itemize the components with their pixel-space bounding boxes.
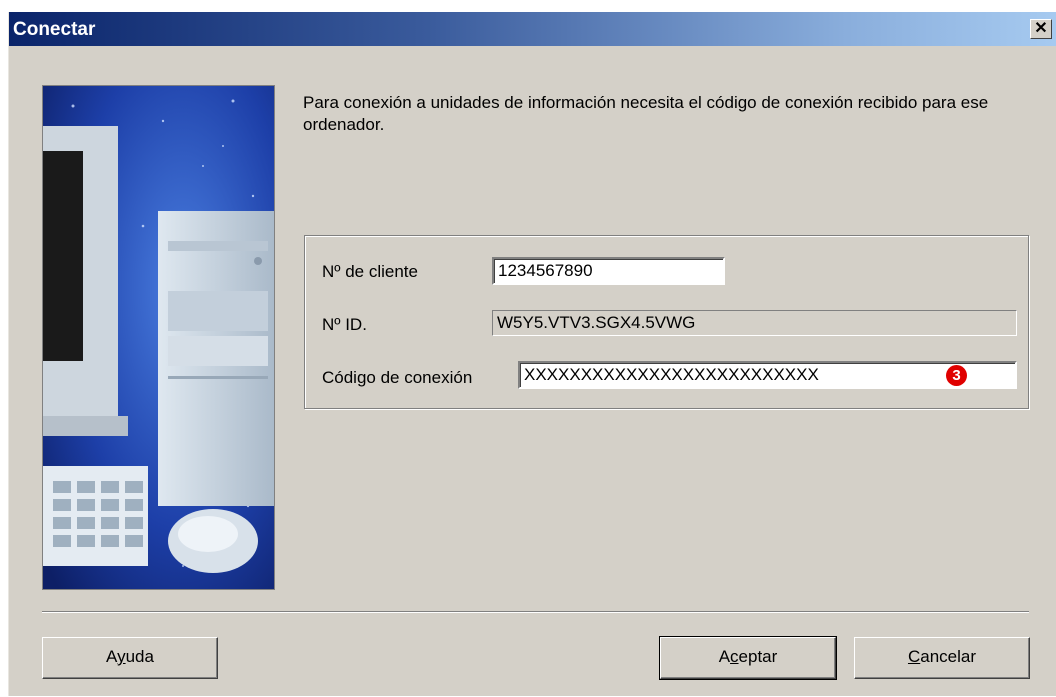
computer-illustration-svg bbox=[43, 86, 274, 589]
step-number-badge: 3 bbox=[946, 365, 967, 386]
client-number-field[interactable]: 1234567890 bbox=[492, 257, 725, 285]
client-number-label: Nº de cliente bbox=[322, 262, 418, 281]
help-button-label-end: uda bbox=[125, 647, 154, 666]
accept-button[interactable]: Aceptar bbox=[659, 636, 837, 680]
footer-divider bbox=[42, 611, 1029, 613]
id-value-field: W5Y5.VTV3.SGX4.5VWG bbox=[492, 310, 1017, 336]
help-button-label-start: A bbox=[106, 647, 118, 666]
computer-illustration bbox=[42, 85, 275, 590]
accept-button-label-end: eptar bbox=[738, 647, 778, 666]
window-title: Conectar bbox=[13, 19, 96, 40]
cancel-button-accelerator: C bbox=[907, 647, 921, 666]
title-bar[interactable]: Conectar ✕ bbox=[9, 12, 1056, 46]
connection-code-field[interactable]: XXXXXXXXXXXXXXXXXXXXXXXXXX bbox=[518, 361, 1017, 389]
cancel-button[interactable]: Cancelar bbox=[854, 637, 1030, 679]
close-button[interactable]: ✕ bbox=[1030, 19, 1052, 39]
help-button-accelerator: y bbox=[117, 647, 126, 666]
intro-text: Para conexión a unidades de información … bbox=[303, 93, 989, 134]
accept-button-label-start: A bbox=[718, 647, 731, 666]
id-label: Nº ID. bbox=[322, 315, 367, 334]
connection-code-label: Código de conexión bbox=[322, 368, 473, 387]
help-button[interactable]: Ayuda bbox=[42, 637, 218, 679]
accept-button-accelerator: c bbox=[730, 647, 739, 666]
connect-dialog: Conectar ✕ Para conexión a unidades de i… bbox=[8, 12, 1056, 696]
close-icon: ✕ bbox=[1034, 20, 1048, 37]
cancel-button-label-end: ancelar bbox=[920, 647, 977, 666]
